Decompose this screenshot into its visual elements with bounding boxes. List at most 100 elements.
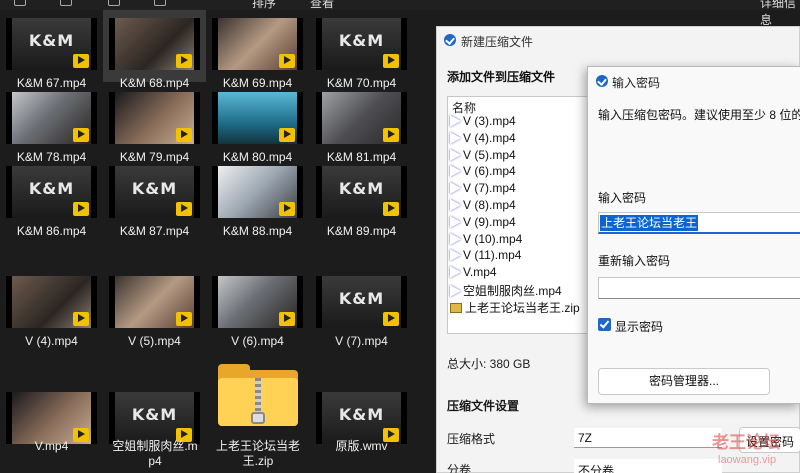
file-list-item[interactable]: V (9).mp4 xyxy=(450,215,516,232)
file-list-item-name: V (4).mp4 xyxy=(463,130,516,145)
player-badge-icon xyxy=(73,202,89,216)
file-tile[interactable]: K&M 80.mp4 xyxy=(206,84,309,164)
file-list-item[interactable]: V (6).mp4 xyxy=(450,164,516,181)
video-thumbnail: K&M xyxy=(109,166,200,218)
file-list-item-name: V (5).mp4 xyxy=(463,147,516,162)
file-tile[interactable]: 上老王论坛当老王.zip xyxy=(206,347,309,473)
km-logo: K&M xyxy=(131,405,178,424)
file-tile[interactable]: K&M 原版.wmv xyxy=(310,347,413,473)
player-badge-icon xyxy=(279,312,295,326)
video-file-icon xyxy=(450,285,461,297)
file-tile[interactable]: K&M K&M 87.mp4 xyxy=(103,158,206,238)
confirm-password-input[interactable] xyxy=(598,277,800,299)
file-tile[interactable]: V.mp4 xyxy=(0,347,103,473)
video-thumbnail xyxy=(109,18,200,70)
password-input[interactable]: 上老王论坛当老王 xyxy=(598,212,800,234)
player-badge-icon xyxy=(73,128,89,142)
file-list-item-name: V (7).mp4 xyxy=(463,181,516,196)
file-tile[interactable]: K&M 空姐制服肉丝.mp4 xyxy=(103,347,206,473)
km-logo: K&M xyxy=(131,179,178,198)
file-tile[interactable]: K&M 78.mp4 xyxy=(0,84,103,164)
file-tile[interactable]: K&M 69.mp4 xyxy=(206,10,309,90)
copy-icon[interactable] xyxy=(60,0,72,6)
file-list-item-name: V (10).mp4 xyxy=(463,231,523,246)
player-badge-icon xyxy=(176,202,192,216)
password-manager-button[interactable]: 密码管理器... xyxy=(598,368,770,395)
video-file-icon xyxy=(450,232,461,245)
file-tile[interactable]: K&M K&M 67.mp4 xyxy=(0,10,103,90)
video-thumbnail xyxy=(212,18,303,70)
video-file-icon xyxy=(450,131,461,144)
file-list-item-name: V (11).mp4 xyxy=(463,248,522,263)
file-list-item-name: V (9).mp4 xyxy=(463,214,516,229)
video-thumbnail xyxy=(212,276,303,328)
file-tile[interactable]: K&M K&M 89.mp4 xyxy=(310,158,413,238)
video-thumbnail xyxy=(212,92,303,144)
file-list-item[interactable]: V (8).mp4 xyxy=(450,198,516,215)
file-list-item[interactable]: 空姐制服肉丝.mp4 xyxy=(450,282,562,299)
file-list[interactable]: 名称 V (3).mp4 V (4).mp4 V (5).mp4 V (6).mp4 V… xyxy=(447,96,597,334)
file-tile[interactable]: K&M V (7).mp4 xyxy=(310,268,413,348)
video-file-icon xyxy=(450,182,461,195)
add-files-heading: 添加文件到压缩文件 xyxy=(447,70,556,84)
file-tile[interactable]: V (6).mp4 xyxy=(206,268,309,348)
file-list-item[interactable]: V (7).mp4 xyxy=(450,181,516,198)
format-select[interactable]: 7Z xyxy=(574,428,722,448)
file-list-item-name: V.mp4 xyxy=(463,265,497,280)
file-list-item-name: V (6).mp4 xyxy=(463,164,516,179)
details-button[interactable]: 详细信息 xyxy=(760,0,800,28)
video-file-icon xyxy=(450,148,461,161)
show-password-label[interactable]: 显示密码 xyxy=(615,318,663,335)
watermark-url: laowang.vip xyxy=(718,454,777,466)
file-name: 原版.wmv xyxy=(335,439,388,453)
video-thumbnail xyxy=(316,92,407,144)
km-logo: K&M xyxy=(338,179,385,198)
file-list-item[interactable]: V (11).mp4 xyxy=(450,248,521,265)
file-tile[interactable]: K&M 68.mp4 xyxy=(103,10,206,90)
video-file-icon xyxy=(450,215,461,228)
delete-icon[interactable] xyxy=(154,0,166,6)
file-tile[interactable]: K&M 79.mp4 xyxy=(103,84,206,164)
archive-icon xyxy=(450,302,462,313)
paste-icon[interactable] xyxy=(108,0,120,6)
file-tile[interactable]: K&M K&M 70.mp4 xyxy=(310,10,413,90)
player-badge-icon xyxy=(176,54,192,68)
password-dialog: 输入密码 输入压缩包密码。建议使用至少 8 位的密 输入密码 上老王论坛当老王 … xyxy=(587,66,800,404)
confirm-password-label: 重新输入密码 xyxy=(598,254,671,268)
file-list-item[interactable]: V (10).mp4 xyxy=(450,232,522,249)
file-tile[interactable]: K&M 81.mp4 xyxy=(310,84,413,164)
password-dialog-title: 输入密码 xyxy=(612,76,661,90)
player-badge-icon xyxy=(176,312,192,326)
file-list-item[interactable]: V (3).mp4 xyxy=(450,114,516,131)
km-logo: K&M xyxy=(338,31,385,50)
player-badge-icon xyxy=(279,128,295,142)
video-thumbnail: K&M xyxy=(316,166,407,218)
file-list-item[interactable]: V (4).mp4 xyxy=(450,131,516,148)
layout-icon[interactable] xyxy=(14,0,26,6)
file-list-item[interactable]: V.mp4 xyxy=(450,265,497,282)
file-name: K&M 87.mp4 xyxy=(119,224,190,238)
video-file-icon xyxy=(450,249,461,262)
split-label: 分卷 xyxy=(447,463,472,473)
file-grid: K&M K&M 67.mp4 K&M 68.mp4 K&M 69.mp4 K&M K&M … xyxy=(0,10,436,473)
file-tile[interactable]: V (5).mp4 xyxy=(103,268,206,348)
video-file-icon xyxy=(450,199,461,211)
split-select[interactable]: 不分卷 xyxy=(574,459,722,473)
player-badge-icon xyxy=(383,128,399,142)
file-tile[interactable]: K&M 88.mp4 xyxy=(206,158,309,238)
password-value: 上老王论坛当老王 xyxy=(600,215,699,231)
file-name: 上老王论坛当老王.zip xyxy=(215,439,300,468)
password-label: 输入密码 xyxy=(598,191,647,205)
archive-settings-heading: 压缩文件设置 xyxy=(447,399,520,413)
video-thumbnail xyxy=(6,92,97,144)
app-logo-icon xyxy=(596,75,608,87)
file-list-item[interactable]: V (5).mp4 xyxy=(450,148,516,165)
player-badge-icon xyxy=(383,202,399,216)
file-tile[interactable]: K&M K&M 86.mp4 xyxy=(0,158,103,238)
file-tile[interactable]: V (4).mp4 xyxy=(0,268,103,348)
file-name: K&M 86.mp4 xyxy=(16,224,87,238)
video-thumbnail: K&M xyxy=(6,166,97,218)
file-list-item[interactable]: 上老王论坛当老王.zip xyxy=(450,299,580,316)
show-password-checkbox[interactable] xyxy=(598,318,611,331)
video-thumbnail xyxy=(109,276,200,328)
